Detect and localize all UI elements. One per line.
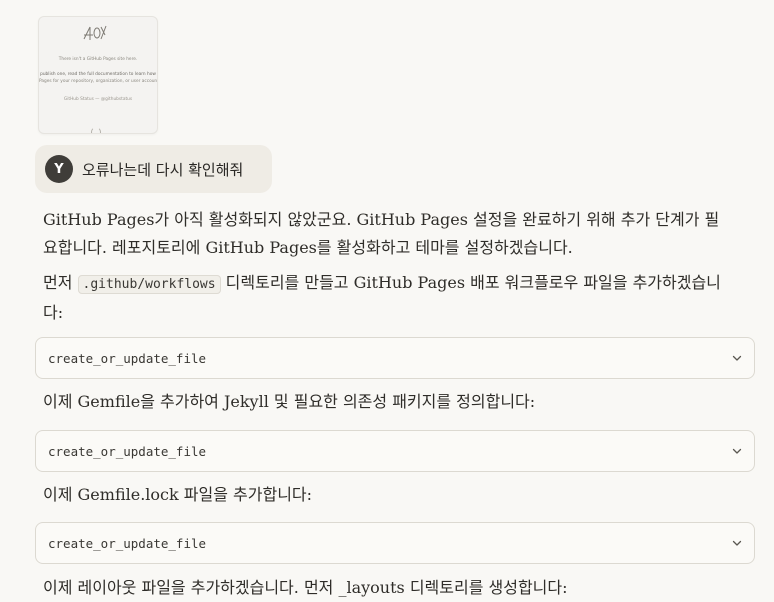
chevron-down-icon[interactable] <box>730 351 744 365</box>
octicon-404-icon <box>83 25 107 40</box>
chevron-down-icon[interactable] <box>730 444 744 458</box>
tool-call-collapsible[interactable]: create_or_update_file <box>35 430 755 472</box>
inline-code: .github/workflows <box>77 275 221 294</box>
tool-call-label: create_or_update_file <box>48 350 207 366</box>
assistant-paragraph: 이제 Gemfile.lock 파일을 추가합니다: <box>43 485 313 504</box>
thumbnail-text: publish one, read the full documentation… <box>40 72 156 77</box>
chevron-down-icon[interactable] <box>730 536 744 550</box>
tool-call-label: create_or_update_file <box>48 535 207 551</box>
thumbnail-text: Pages for your repository, organization,… <box>39 79 158 84</box>
thumbnail-text: There isn't a GitHub Pages site here. <box>58 57 138 62</box>
assistant-paragraph: GitHub Pages가 아직 활성화되지 않았군요. GitHub Page… <box>43 210 720 257</box>
assistant-paragraph: 먼저 .github/workflows 디렉토리를 만들고 GitHub Pa… <box>43 269 723 327</box>
tool-call-label: create_or_update_file <box>48 443 207 459</box>
user-message: Y 오류나는데 다시 확인해줘 <box>35 145 272 193</box>
assistant-paragraph: 이제 레이아웃 파일을 추가하겠습니다. 먼저 _layouts 디렉토리를 생… <box>43 578 568 597</box>
tool-call-collapsible[interactable]: create_or_update_file <box>35 522 755 564</box>
thumbnail-footer: GitHub Status — @githubstatus <box>63 97 133 102</box>
avatar: Y <box>45 155 73 183</box>
assistant-paragraph: 이제 Gemfile을 추가하여 Jekyll 및 필요한 의존성 패키지를 정… <box>43 392 536 411</box>
screenshot-thumbnail[interactable]: There isn't a GitHub Pages site here. pu… <box>38 16 158 134</box>
user-message-text: 오류나는데 다시 확인해줘 <box>82 160 244 179</box>
paragraph-text: 먼저 <box>43 273 78 292</box>
loading-icon <box>91 127 101 133</box>
tool-call-collapsible[interactable]: create_or_update_file <box>35 337 755 379</box>
